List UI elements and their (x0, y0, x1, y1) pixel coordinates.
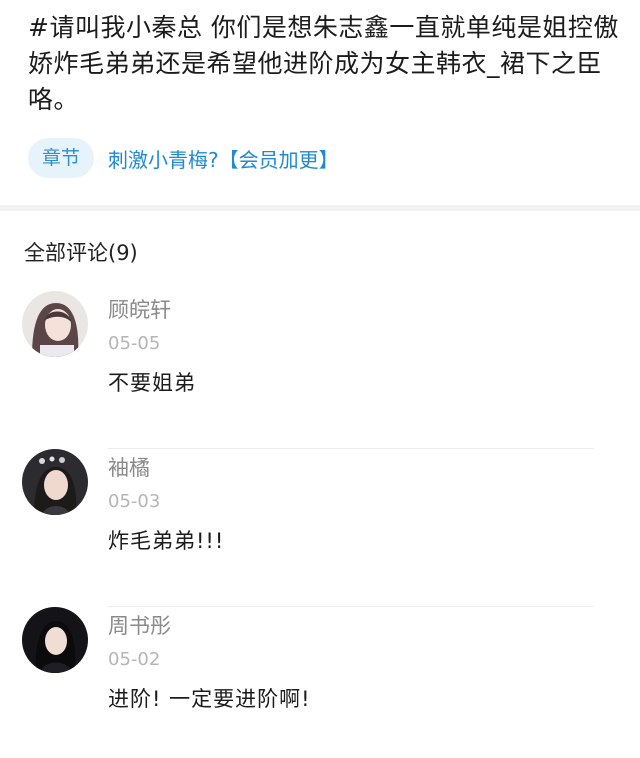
avatar[interactable] (22, 291, 88, 357)
comment-date: 05-02 (108, 649, 161, 670)
comment-date: 05-05 (108, 333, 161, 354)
avatar[interactable] (22, 449, 88, 515)
comment-item: 袖橘 05-03 炸毛弟弟!!! (0, 449, 640, 607)
comments-header: 全部评论(9) (24, 241, 138, 265)
avatar[interactable] (22, 607, 88, 673)
comment-item: 周书彤 05-02 进阶! 一定要进阶啊! (0, 607, 640, 758)
comment-body: 不要姐弟 (108, 371, 196, 395)
comment-author[interactable]: 袖橘 (108, 449, 640, 483)
chapter-row: 章节 刺激小青梅?【会员加更】 (28, 138, 620, 178)
comment-body: 炸毛弟弟!!! (108, 529, 225, 553)
avatar-image (22, 449, 88, 515)
avatar-image (22, 607, 88, 673)
chapter-link[interactable]: 刺激小青梅?【会员加更】 (108, 144, 339, 173)
comment-item: 顾皖轩 05-05 不要姐弟 (0, 291, 640, 449)
post-section: #请叫我小秦总 你们是想朱志鑫一直就单纯是姐控傲娇炸毛弟弟还是希望他进阶成为女主… (0, 0, 640, 205)
comment-date: 05-03 (108, 491, 161, 512)
comment-author[interactable]: 顾皖轩 (108, 291, 640, 325)
avatar-image (22, 291, 88, 357)
chapter-tag: 章节 (28, 138, 95, 178)
post-text: #请叫我小秦总 你们是想朱志鑫一直就单纯是姐控傲娇炸毛弟弟还是希望他进阶成为女主… (28, 13, 619, 114)
comment-body: 进阶! 一定要进阶啊! (108, 687, 311, 711)
comment-author[interactable]: 周书彤 (108, 607, 640, 641)
